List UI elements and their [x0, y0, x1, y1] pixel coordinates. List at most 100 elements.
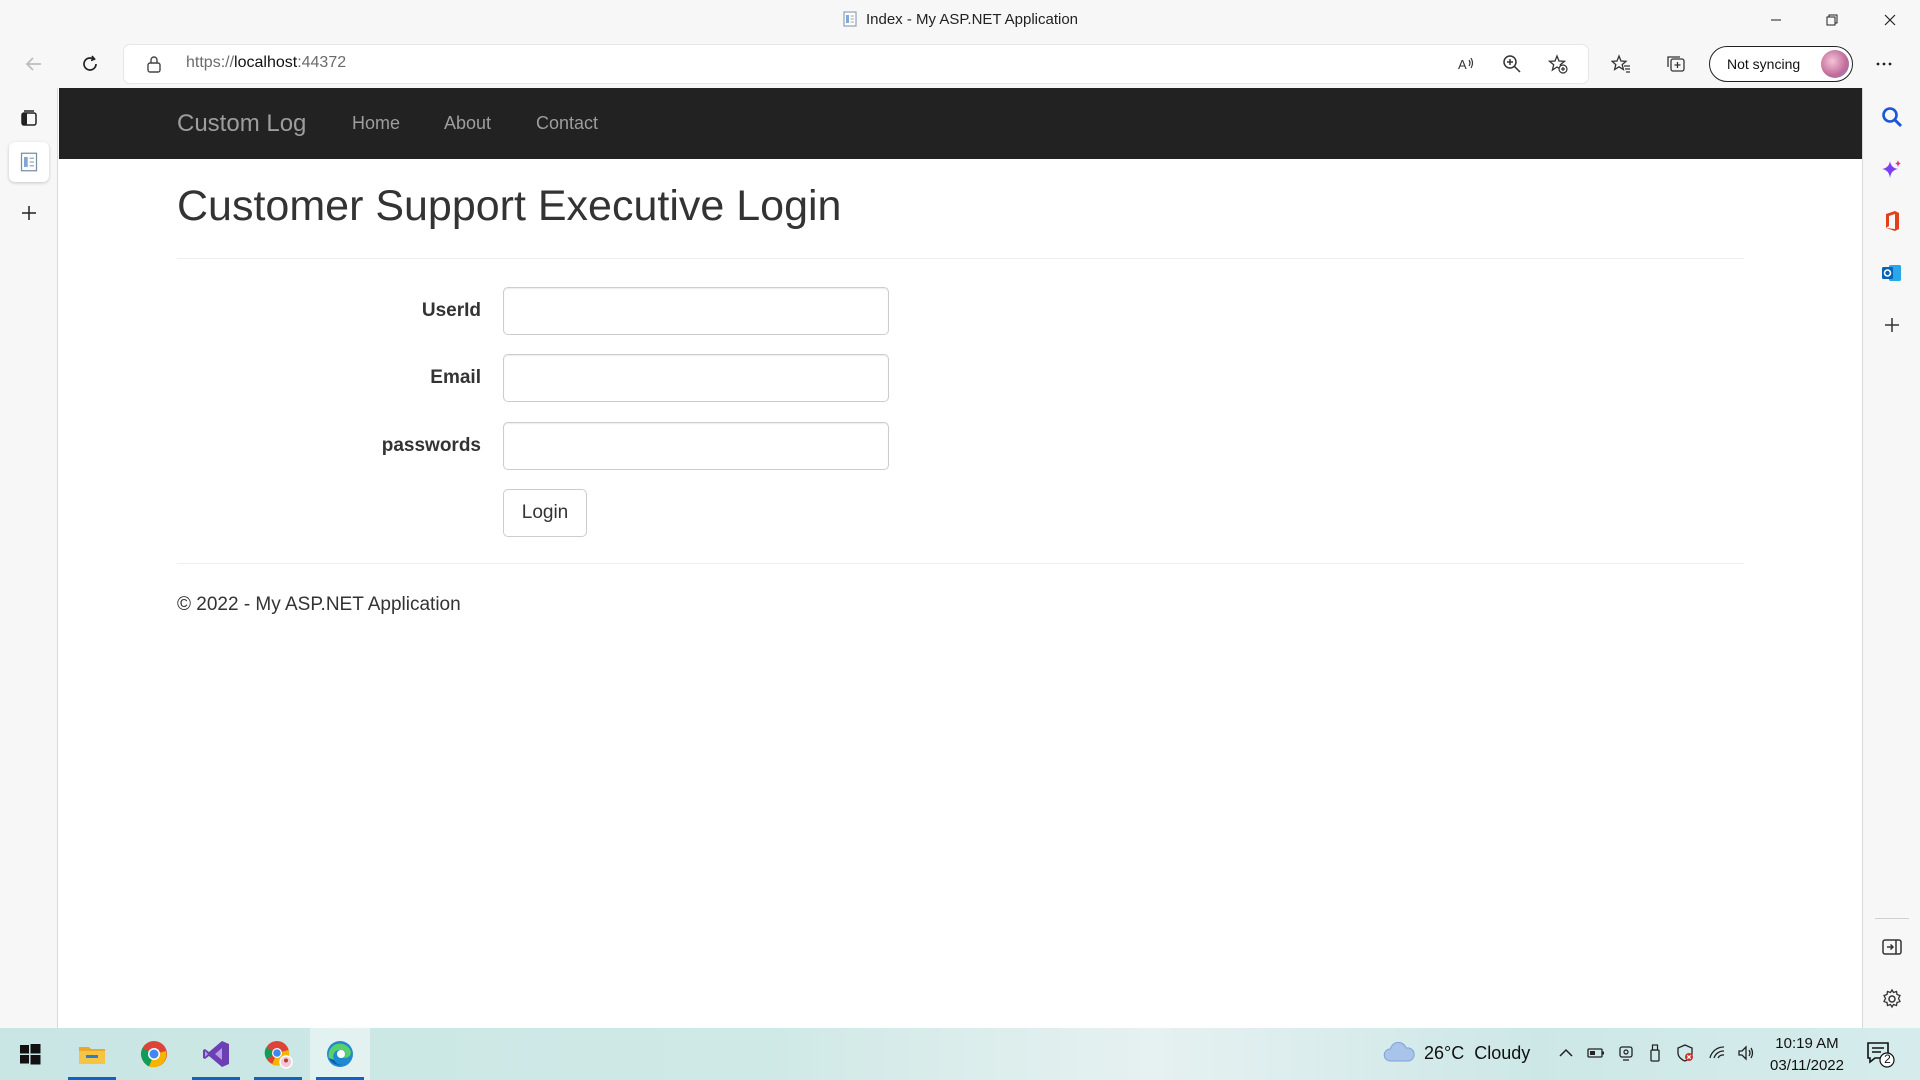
- userid-input[interactable]: [503, 287, 889, 335]
- sidebar-add-button[interactable]: [1874, 307, 1910, 343]
- taskbar-chrome-profile[interactable]: [248, 1028, 308, 1080]
- sidebar-office-button[interactable]: [1874, 203, 1910, 239]
- chrome-icon: [141, 1041, 167, 1068]
- nav-about-link[interactable]: About: [444, 113, 491, 134]
- notification-center-button[interactable]: 2: [1866, 1040, 1896, 1068]
- collections-icon: [1667, 56, 1685, 72]
- refresh-button[interactable]: [72, 46, 108, 82]
- weather-temperature: 26°C: [1424, 1043, 1465, 1063]
- taskbar-clock[interactable]: 10:19 AM 03/11/2022: [1760, 1033, 1854, 1077]
- collections-button[interactable]: [1658, 46, 1694, 82]
- windows-start-icon: [20, 1044, 41, 1065]
- hide-sidebar-icon: [1882, 939, 1902, 955]
- back-button[interactable]: [16, 46, 52, 82]
- minimize-icon: [1771, 19, 1781, 21]
- tray-meet-now[interactable]: [1615, 1042, 1637, 1064]
- address-bar[interactable]: https://localhost:44372 A: [124, 45, 1588, 83]
- taskbar-edge[interactable]: [310, 1028, 370, 1080]
- url-protocol: https://: [186, 54, 235, 71]
- battery-icon: [1587, 1048, 1604, 1058]
- refresh-icon: [83, 55, 97, 71]
- edge-icon: [327, 1041, 353, 1067]
- usb-drive-icon: [1650, 1044, 1660, 1062]
- page-icon: [20, 152, 38, 172]
- sidebar-outlook-button[interactable]: [1874, 255, 1910, 291]
- restore-icon: [1826, 14, 1838, 26]
- read-aloud-icon: A: [1458, 57, 1474, 72]
- tray-battery[interactable]: [1585, 1042, 1607, 1064]
- zoom-button[interactable]: [1500, 52, 1524, 76]
- show-hidden-icons-button[interactable]: [1555, 1042, 1577, 1064]
- svg-text:A: A: [1458, 57, 1467, 72]
- clock-date: 03/11/2022: [1770, 1057, 1844, 1074]
- new-tab-button[interactable]: [9, 193, 49, 233]
- footer-copyright: © 2022 - My ASP.NET Application: [177, 594, 461, 615]
- windows-taskbar: 26°C Cloudy 10:19 AM 03/11/2022 2: [0, 1028, 1920, 1080]
- email-label: Email: [430, 367, 481, 388]
- plus-icon: [1885, 318, 1899, 332]
- browser-title-bar: Index - My ASP.NET Application: [0, 0, 1920, 40]
- profile-label: Not syncing: [1727, 56, 1801, 72]
- site-brand-link[interactable]: Custom Log: [177, 110, 306, 138]
- sidebar-discover-button[interactable]: [1874, 152, 1910, 188]
- taskbar-file-explorer[interactable]: [62, 1028, 122, 1080]
- weather-condition: Cloudy: [1474, 1043, 1531, 1063]
- sidebar-search-button[interactable]: [1874, 99, 1910, 135]
- gear-icon: [1883, 988, 1901, 1009]
- taskbar-chrome[interactable]: [124, 1028, 184, 1080]
- userid-row: UserId: [177, 287, 897, 335]
- tab-index[interactable]: [9, 142, 49, 182]
- star-add-icon: [1548, 54, 1568, 74]
- webcam-icon: [1619, 1046, 1633, 1061]
- tray-network[interactable]: [1706, 1042, 1728, 1064]
- url-text[interactable]: https://localhost:44372: [186, 54, 346, 72]
- chrome-profile-icon: [264, 1041, 293, 1069]
- page-icon: [843, 11, 857, 27]
- favorites-icon: [1611, 54, 1630, 73]
- minimize-button[interactable]: [1748, 0, 1804, 40]
- plus-icon: [22, 206, 36, 220]
- avatar: [1821, 50, 1849, 78]
- search-icon: [1882, 107, 1903, 128]
- sparkle-icon: [1882, 160, 1901, 178]
- window-title-text: Index - My ASP.NET Application: [865, 11, 1079, 28]
- read-aloud-button[interactable]: A: [1454, 52, 1478, 76]
- password-input[interactable]: [503, 422, 889, 470]
- vertical-tab-strip: [0, 88, 58, 1028]
- restore-button[interactable]: [1804, 0, 1860, 40]
- window-title: Index - My ASP.NET Application: [0, 11, 1920, 28]
- zoom-in-icon: [1503, 55, 1521, 73]
- taskbar-visual-studio[interactable]: [186, 1028, 246, 1080]
- outlook-icon: [1882, 265, 1901, 281]
- favorites-button[interactable]: [1603, 46, 1639, 82]
- profile-button[interactable]: Not syncing: [1709, 46, 1853, 82]
- lock-icon[interactable]: [146, 55, 162, 73]
- tab-actions-button[interactable]: [9, 98, 49, 138]
- file-explorer-icon: [79, 1047, 105, 1064]
- settings-menu-button[interactable]: [1866, 46, 1902, 82]
- browser-toolbar: https://localhost:44372 A Not syncing: [0, 40, 1920, 88]
- password-row: passwords: [177, 422, 897, 470]
- edge-sidebar: [1862, 88, 1920, 1028]
- wifi-icon: [1709, 1046, 1725, 1059]
- tray-volume[interactable]: [1735, 1042, 1757, 1064]
- back-arrow-icon: [25, 57, 41, 71]
- add-favorite-button[interactable]: [1546, 52, 1570, 76]
- footer-divider: [177, 563, 1744, 564]
- close-button[interactable]: [1862, 0, 1918, 40]
- tray-security[interactable]: [1674, 1042, 1696, 1064]
- notification-count: 2: [1884, 1052, 1891, 1066]
- more-dots-icon: [1876, 62, 1892, 66]
- sidebar-settings-button[interactable]: [1874, 981, 1910, 1017]
- start-button[interactable]: [0, 1028, 60, 1080]
- site-navbar: Custom Log Home About Contact: [59, 88, 1862, 159]
- email-input[interactable]: [503, 354, 889, 402]
- chevron-up-icon: [1559, 1048, 1573, 1057]
- cloud-icon: [1383, 1041, 1415, 1062]
- tray-usb[interactable]: [1644, 1042, 1666, 1064]
- hide-sidebar-button[interactable]: [1874, 929, 1910, 965]
- login-button[interactable]: Login: [503, 489, 587, 537]
- speaker-icon: [1738, 1045, 1754, 1061]
- nav-home-link[interactable]: Home: [352, 113, 400, 134]
- nav-contact-link[interactable]: Contact: [536, 113, 598, 134]
